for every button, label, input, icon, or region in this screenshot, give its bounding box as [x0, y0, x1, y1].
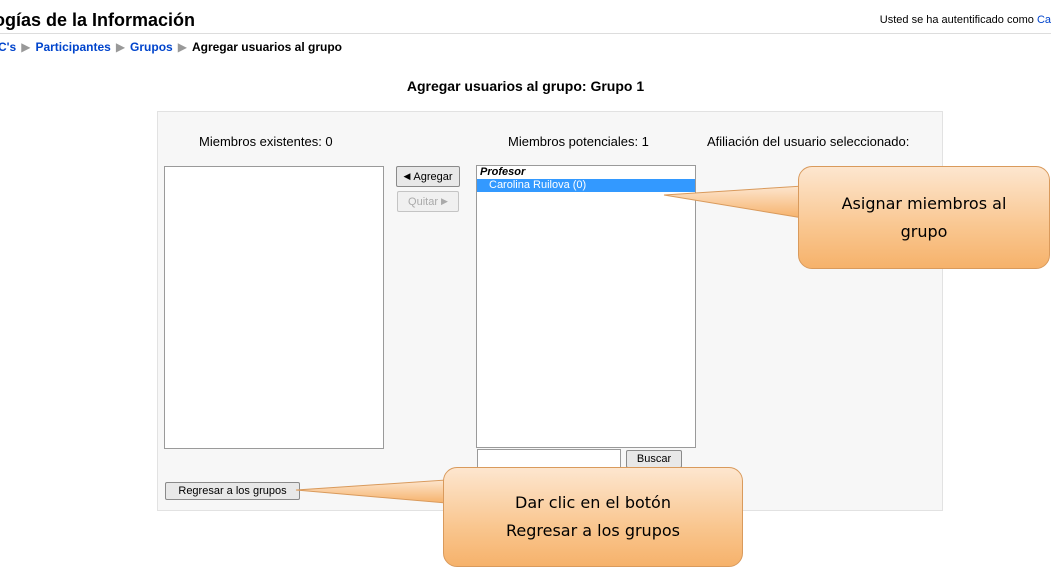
affiliation-label: Afiliación del usuario seleccionado:: [707, 134, 910, 149]
breadcrumb: C's ▶ Participantes ▶ Grupos ▶ Agregar usuario…: [0, 40, 342, 54]
add-button[interactable]: ◀ Agregar: [396, 166, 460, 187]
breadcrumb-course[interactable]: C's: [0, 40, 16, 54]
remove-button[interactable]: Quitar ▶: [397, 191, 459, 212]
breadcrumb-separator-icon: ▶: [115, 40, 126, 54]
login-user-link[interactable]: Ca: [1037, 14, 1051, 26]
remove-button-label: Quitar: [408, 195, 439, 208]
role-group-label: Profesor: [480, 166, 526, 178]
search-input[interactable]: [477, 449, 621, 468]
breadcrumb-current: Agregar usuarios al grupo: [191, 40, 342, 54]
arrow-right-icon: ▶: [441, 196, 448, 206]
assign-callout-line1: Asignar miembros al: [841, 193, 1007, 213]
existing-members-list[interactable]: [164, 166, 384, 449]
potential-members-list[interactable]: Profesor Carolina Ruilova (0): [476, 165, 696, 448]
login-info: Usted se ha autentificado como Ca: [880, 14, 1051, 26]
arrow-left-icon: ◀: [403, 171, 411, 181]
breadcrumb-separator-icon: ▶: [21, 40, 31, 54]
existing-members-label: Miembros existentes: 0: [199, 134, 333, 149]
back-callout-line2: Regresar a los grupos: [506, 521, 680, 540]
header-divider: [0, 33, 1051, 34]
potential-member-option[interactable]: Carolina Ruilova (0): [477, 179, 695, 192]
search-button[interactable]: Buscar: [626, 450, 682, 468]
breadcrumb-separator-icon: ▶: [177, 40, 187, 54]
breadcrumb-groups[interactable]: Grupos: [130, 40, 173, 54]
back-to-groups-button[interactable]: Regresar a los grupos: [165, 482, 300, 500]
back-callout-line1: Dar clic en el botón: [515, 493, 671, 512]
page-title: Agregar usuarios al grupo: Grupo 1: [406, 78, 645, 94]
potential-members-label: Miembros potenciales: 1: [508, 134, 649, 149]
site-title: ogías de la Información: [0, 10, 196, 30]
login-text: Usted se ha autentificado como: [879, 14, 1034, 26]
back-to-groups-callout: Dar clic en el botón Regresar a los grup…: [443, 467, 743, 567]
breadcrumb-participants[interactable]: Participantes: [35, 40, 110, 54]
assign-callout-line2: grupo: [900, 221, 948, 241]
add-button-label: Agregar: [413, 170, 453, 183]
assign-members-callout: Asignar miembros al grupo: [798, 166, 1050, 269]
